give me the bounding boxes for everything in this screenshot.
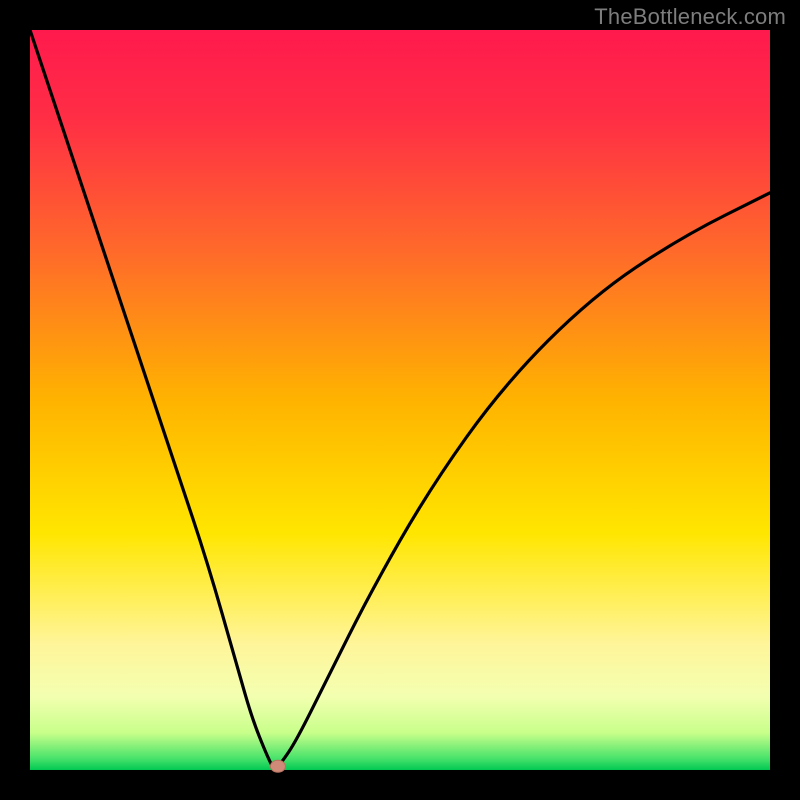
chart-frame: TheBottleneck.com [0,0,800,800]
bottleneck-chart [0,0,800,800]
plot-background [30,30,770,770]
optimal-point-marker [270,760,285,772]
watermark-text: TheBottleneck.com [594,4,786,30]
